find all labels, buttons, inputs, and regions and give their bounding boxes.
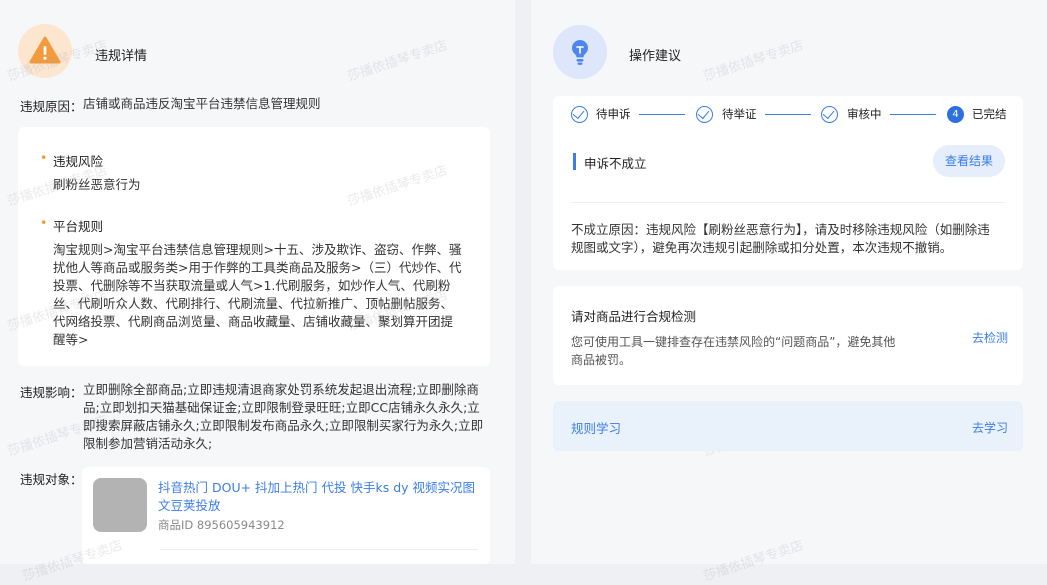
- rule-learning-card[interactable]: 规则学习 去学习: [553, 401, 1023, 451]
- product-title-line[interactable]: 文豆荚投放: [158, 497, 475, 515]
- impact-line: 品;立即划扣天猫基础保证金;立即限制登录旺旺;立即CC店铺永久永久;立: [83, 400, 480, 415]
- step-connector: [639, 114, 685, 115]
- risk-title: 违规风险: [40, 150, 103, 170]
- rule-line: 淘宝规则>淘宝平台违禁信息管理规则>十五、涉及欺诈、盗窃、作弊、骚: [53, 242, 462, 257]
- lightbulb-icon: [572, 40, 588, 65]
- check-title: 请对商品进行合规检测: [571, 309, 697, 324]
- watermark: 莎播依插琴专卖店: [701, 538, 806, 585]
- rule-line: 投票、代删除等不当获取流量或人气>1.代刷服务，如炒作人气、代刷粉: [53, 278, 451, 293]
- view-result-button[interactable]: 查看结果: [933, 145, 1005, 177]
- appeal-progress-card: 待申诉 待举证 审核中 4 已完结 申诉不成立 查看结果 不成立原因：违规风险【…: [553, 96, 1023, 270]
- fail-reason-line: 规图或文字），避免再次违规引起删除或扣分处置，本次违规不撤销。: [571, 240, 953, 255]
- impact-line: 立即删除全部商品;立即违规清退商家处罚系统发起退出流程;立即删除商: [83, 382, 479, 397]
- rule-line: 醒等>: [53, 332, 89, 347]
- rule-text: 淘宝规则>淘宝平台违禁信息管理规则>十五、涉及欺诈、盗窃、作弊、骚 扰他人等商品…: [53, 241, 483, 349]
- object-label: 违规对象：: [20, 472, 83, 487]
- go-learn-link[interactable]: 去学习: [972, 419, 1008, 436]
- go-check-link[interactable]: 去检测: [972, 329, 1008, 346]
- product-id: 商品ID 895605943912: [158, 518, 285, 532]
- rule-learning-title[interactable]: 规则学习: [571, 418, 621, 437]
- step-connector: [765, 114, 811, 115]
- reason-label: 违规原因：: [20, 99, 83, 114]
- watermark: 莎播依插琴专卖店: [701, 38, 806, 85]
- step-3-done-icon: [821, 106, 838, 123]
- step-2-label: 待举证: [722, 107, 757, 121]
- step-2-done-icon: [696, 106, 713, 123]
- violation-detail-panel: 违规详情 违规原因： 店铺或商品违反淘宝平台违禁信息管理规则 违规风险 刷粉丝恶…: [0, 0, 515, 585]
- reason-text: 店铺或商品违反淘宝平台违禁信息管理规则: [83, 96, 321, 111]
- product-title-line[interactable]: 抖音热门 DOU+ 抖加上热门 代投 快手ks dy 视频实况图: [158, 479, 475, 497]
- risk-text: 刷粉丝恶意行为: [53, 177, 141, 192]
- check-description-line: 您可使用工具一键排查存在违禁风险的“问题商品”，避免其他: [571, 335, 896, 349]
- advice-section-title: 操作建议: [629, 49, 682, 64]
- advice-panel: 莎播依插琴专卖店 莎播依插琴专卖店 莎播依插琴专卖店 莎播依插琴专卖店 莎播依插…: [531, 0, 1047, 585]
- fail-reason-text: 不成立原因：违规风险【刷粉丝恶意行为】，请及时移除违规风险（如删除违 规图或文字…: [571, 221, 1011, 257]
- impact-label: 违规影响：: [20, 385, 83, 400]
- watermark: 莎播依插琴专卖店: [345, 38, 450, 85]
- compliance-check-card: 请对商品进行合规检测 您可使用工具一键排查存在违禁风险的“问题商品”，避免其他 …: [553, 286, 1023, 385]
- step-1-label: 待申诉: [596, 107, 631, 121]
- step-4-label: 已完结: [972, 107, 1007, 121]
- step-1-done-icon: [571, 106, 588, 123]
- rule-title: 平台规则: [40, 215, 103, 235]
- violation-section-title: 违规详情: [95, 49, 148, 64]
- status-accent-bar: [573, 153, 576, 170]
- rule-line: 扰他人等商品或服务类>用于作弊的工具类商品及服务>（三）代炒作、代: [53, 260, 462, 275]
- fail-reason-line: 不成立原因：违规风险【刷粉丝恶意行为】，请及时移除违规风险（如删除违: [571, 222, 990, 237]
- warning-badge: [18, 24, 72, 78]
- divider: [160, 549, 478, 550]
- impact-line: 限制参加营销活动永久;: [83, 436, 213, 451]
- step-4-number: 4: [947, 106, 964, 123]
- divider: [571, 202, 1005, 203]
- impact-line: 即搜索屏蔽店铺永久;立即限制发布商品永久;立即限制买家行为永久;立即: [83, 418, 484, 433]
- step-connector: [890, 114, 936, 115]
- product-title-link[interactable]: 抖音热门 DOU+ 抖加上热门 代投 快手ks dy 视频实况图 文豆荚投放: [158, 479, 475, 515]
- appeal-status: 申诉不成立: [584, 156, 647, 171]
- step-3-label: 审核中: [847, 107, 882, 121]
- advice-badge: [553, 25, 607, 79]
- impact-text: 立即删除全部商品;立即违规清退商家处罚系统发起退出流程;立即删除商 品;立即划扣…: [83, 381, 493, 453]
- rule-line: 丝、代刷听众人数、代刷排行、代刷流量、代拉新推广、顶帖删帖服务、: [53, 296, 454, 311]
- check-description-line: 商品被罚。: [571, 353, 632, 367]
- warning-icon: [29, 36, 61, 64]
- check-description: 您可使用工具一键排查存在违禁风险的“问题商品”，避免其他 商品被罚。: [571, 333, 951, 369]
- rule-line: 代网络投票、代刷商品浏览量、商品收藏量、店铺收藏量、聚划算开团提: [53, 314, 454, 329]
- product-thumbnail[interactable]: [93, 478, 147, 532]
- risk-card: 违规风险 刷粉丝恶意行为 平台规则 淘宝规则>淘宝平台违禁信息管理规则>十五、涉…: [18, 127, 490, 366]
